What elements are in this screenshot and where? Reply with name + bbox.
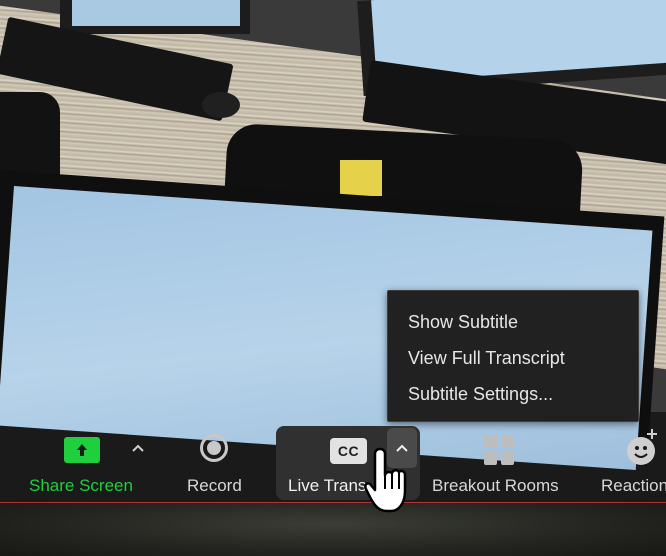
add-icon: [647, 429, 657, 439]
share-screen-label: Share Screen: [29, 476, 133, 495]
reaction-emoji-icon: [627, 437, 655, 465]
chevron-up-icon: [132, 444, 144, 452]
hand-cursor-icon: [364, 447, 407, 513]
menu-item-view-full-transcript[interactable]: View Full Transcript: [408, 348, 565, 369]
toolbar-bottom-border: [0, 502, 666, 503]
live-transcript-menu: Show Subtitle View Full Transcript Subti…: [387, 290, 639, 422]
menu-item-show-subtitle[interactable]: Show Subtitle: [408, 312, 518, 333]
share-screen-icon: [64, 437, 100, 463]
record-icon: [200, 434, 228, 462]
record-label: Record: [187, 476, 242, 495]
record-button[interactable]: Record: [180, 412, 255, 502]
breakout-rooms-button[interactable]: Breakout Rooms: [428, 412, 573, 502]
breakout-rooms-icon: [484, 435, 515, 466]
reactions-button[interactable]: Reaction: [596, 412, 666, 502]
live-transcript-label: Live Trans: [288, 476, 367, 495]
background-sticky-note: [340, 160, 382, 196]
background-monitor-left: [60, 0, 250, 34]
share-screen-options-chevron[interactable]: [128, 440, 148, 480]
bottom-photo-strip: [0, 503, 666, 556]
reactions-label: Reaction: [601, 476, 666, 495]
breakout-rooms-label: Breakout Rooms: [432, 476, 559, 495]
menu-item-subtitle-settings[interactable]: Subtitle Settings...: [408, 384, 553, 405]
share-screen-button[interactable]: Share Screen: [20, 412, 145, 502]
meeting-toolbar-controls: Share Screen Record CC Live Trans Breako…: [0, 412, 666, 502]
background-mouse: [202, 92, 240, 118]
